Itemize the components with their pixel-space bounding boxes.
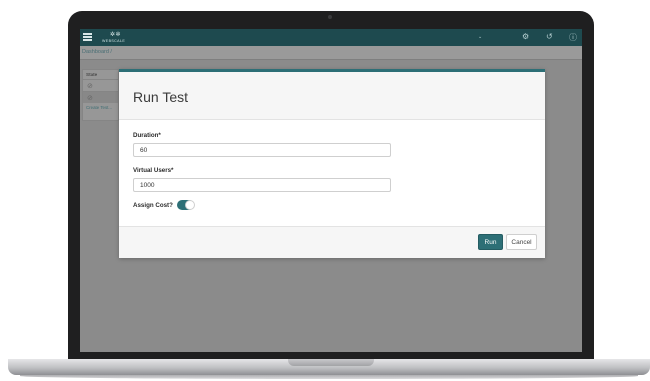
check-circle-icon: ⊘ — [87, 83, 93, 90]
list-item[interactable]: ⊘ — [83, 79, 118, 91]
duration-label: Duration* — [133, 132, 161, 139]
list-item[interactable]: ⊘ — [83, 91, 118, 103]
breadcrumb[interactable]: Dashboard / — [82, 49, 112, 55]
logo-mark-icon: ✲✲ — [110, 32, 122, 38]
logo-text: WEBSCALE — [102, 39, 126, 43]
virtual-users-label: Virtual Users* — [133, 167, 174, 174]
laptop-screen: ✲✲ WEBSCALE ⌄ ⚙ ↺ ⓘ Dashboard / State ⊘ … — [80, 29, 582, 352]
create-test-link[interactable]: Create Test... — [83, 103, 118, 112]
state-panel-header: State — [86, 72, 98, 77]
modal-footer: Run Cancel — [119, 226, 545, 258]
duration-input[interactable] — [133, 143, 391, 157]
gear-icon[interactable]: ⚙ — [522, 32, 529, 41]
virtual-users-input[interactable] — [133, 178, 391, 192]
state-panel: State ⊘ ⊘ Create Test... — [82, 69, 119, 121]
run-test-modal: Run Test Duration* Virtual Users* Assign… — [119, 69, 545, 258]
camera-dot — [328, 15, 332, 19]
assign-cost-toggle[interactable] — [177, 199, 195, 210]
hamburger-menu-icon[interactable] — [83, 33, 92, 41]
modal-body: Duration* Virtual Users* Assign Cost? — [119, 120, 545, 225]
chevron-down-icon[interactable]: ⌄ — [478, 34, 482, 40]
modal-header: Run Test — [119, 72, 545, 120]
breadcrumb-bar: Dashboard / — [80, 46, 582, 60]
check-circle-icon: ⊘ — [87, 95, 93, 102]
app-logo[interactable]: ✲✲ WEBSCALE — [102, 31, 130, 44]
help-icon[interactable]: ⓘ — [569, 32, 577, 43]
toggle-knob — [185, 199, 195, 210]
cancel-button[interactable]: Cancel — [506, 234, 537, 250]
run-button[interactable]: Run — [478, 234, 503, 250]
history-icon[interactable]: ↺ — [546, 32, 553, 41]
laptop-bezel: ✲✲ WEBSCALE ⌄ ⚙ ↺ ⓘ Dashboard / State ⊘ … — [68, 11, 594, 360]
app-top-bar: ✲✲ WEBSCALE ⌄ ⚙ ↺ ⓘ — [80, 29, 582, 46]
modal-title: Run Test — [133, 89, 188, 105]
laptop-notch — [288, 359, 374, 366]
assign-cost-label: Assign Cost? — [133, 202, 173, 209]
